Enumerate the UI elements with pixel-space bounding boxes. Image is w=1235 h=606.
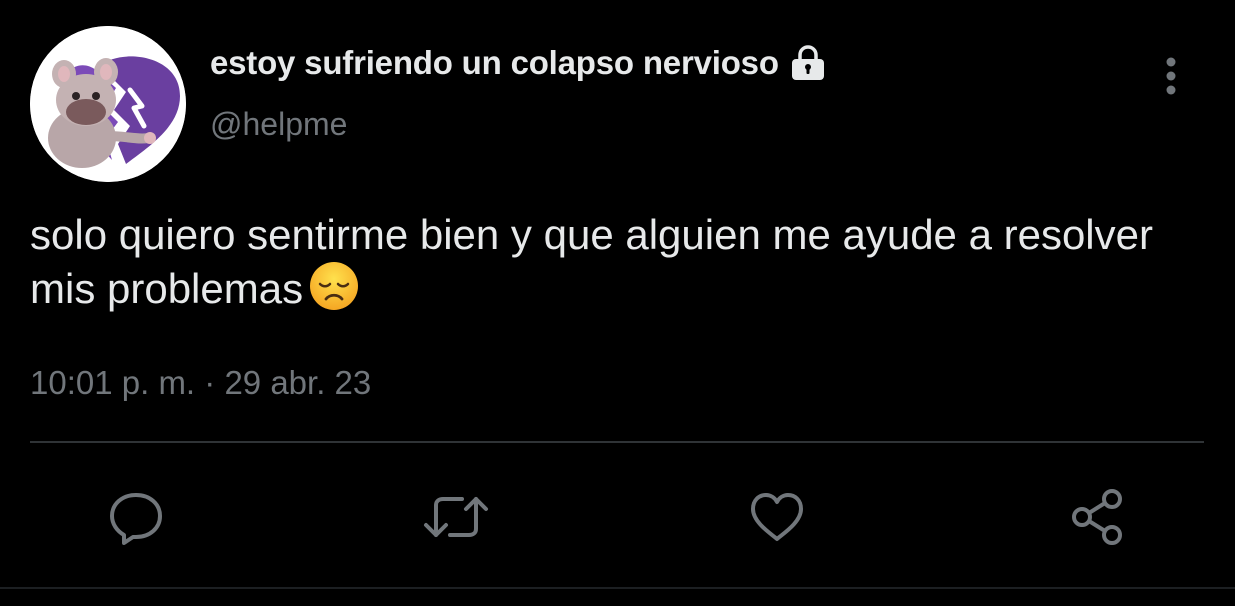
avatar[interactable]	[30, 26, 186, 182]
tweet-card: estoy sufriendo un colapso nervioso @hel…	[0, 0, 1235, 606]
disappointed-face-icon	[309, 261, 359, 311]
timestamp-separator: ·	[204, 364, 216, 401]
display-name-row: estoy sufriendo un colapso nervioso	[210, 44, 827, 82]
retweet-icon	[424, 497, 488, 537]
bottom-divider	[0, 587, 1235, 589]
more-vertical-icon	[1166, 57, 1176, 95]
like-button[interactable]	[742, 482, 812, 552]
avatar-image	[30, 26, 186, 182]
tweet-timestamp[interactable]: 10:01 p. m. · 29 abr. 23	[30, 364, 371, 402]
action-bar	[0, 482, 1235, 552]
display-name[interactable]: estoy sufriendo un colapso nervioso	[210, 44, 779, 82]
retweet-button[interactable]	[421, 482, 491, 552]
heart-icon	[751, 493, 803, 541]
share-button[interactable]	[1063, 482, 1133, 552]
divider	[30, 441, 1204, 443]
user-handle[interactable]: @helpme	[210, 106, 347, 143]
share-icon	[1072, 489, 1122, 545]
more-options-button[interactable]	[1150, 52, 1192, 100]
tweet-text-content: solo quiero sentirme bien y que alguien …	[30, 211, 1153, 312]
comment-icon	[110, 493, 162, 545]
lock-icon	[789, 45, 827, 81]
tweet-time: 10:01 p. m.	[30, 364, 196, 401]
reply-button[interactable]	[101, 482, 171, 552]
tweet-date: 29 abr. 23	[224, 364, 372, 401]
tweet-text: solo quiero sentirme bien y que alguien …	[30, 208, 1200, 315]
